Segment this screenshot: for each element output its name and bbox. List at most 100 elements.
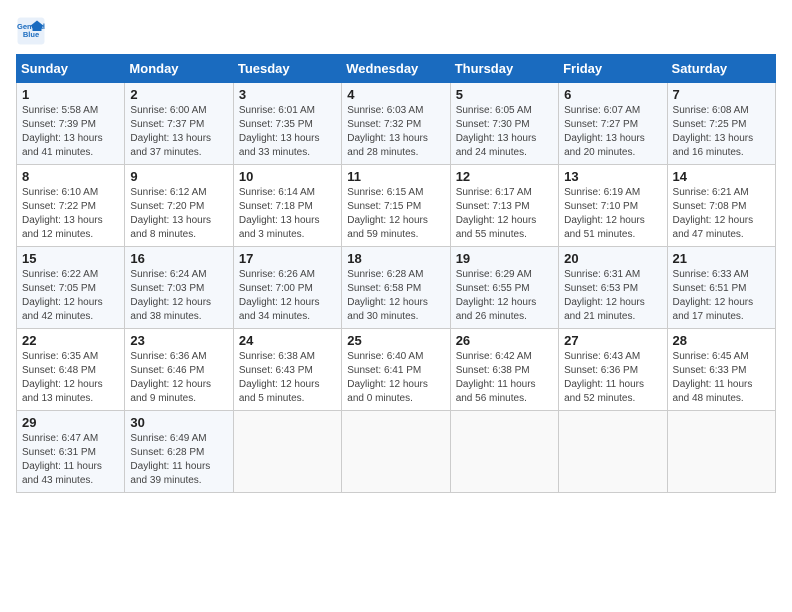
col-header-friday: Friday — [559, 55, 667, 83]
day-number: 5 — [456, 87, 553, 102]
cell-info: Sunrise: 6:08 AM Sunset: 7:25 PM Dayligh… — [673, 104, 770, 160]
calendar-cell: 23 Sunrise: 6:36 AM Sunset: 6:46 PM Dayli… — [125, 329, 233, 411]
col-header-tuesday: Tuesday — [233, 55, 341, 83]
day-number: 14 — [673, 169, 770, 184]
day-number: 23 — [130, 333, 227, 348]
cell-info: Sunrise: 6:28 AM Sunset: 6:58 PM Dayligh… — [347, 268, 444, 324]
day-number: 24 — [239, 333, 336, 348]
day-number: 21 — [673, 251, 770, 266]
day-number: 28 — [673, 333, 770, 348]
cell-info: Sunrise: 5:58 AM Sunset: 7:39 PM Dayligh… — [22, 104, 119, 160]
week-row-3: 15Sunrise: 6:22 AM Sunset: 7:05 PM Dayli… — [17, 247, 776, 329]
day-number: 27 — [564, 333, 661, 348]
calendar-cell: 18 Sunrise: 6:28 AM Sunset: 6:58 PM Dayli… — [342, 247, 450, 329]
day-number: 18 — [347, 251, 444, 266]
cell-info: Sunrise: 6:05 AM Sunset: 7:30 PM Dayligh… — [456, 104, 553, 160]
day-number: 2 — [130, 87, 227, 102]
col-header-monday: Monday — [125, 55, 233, 83]
calendar-cell: 14 Sunrise: 6:21 AM Sunset: 7:08 PM Dayli… — [667, 165, 775, 247]
cell-info: Sunrise: 6:36 AM Sunset: 6:46 PM Dayligh… — [130, 350, 227, 406]
day-number: 7 — [673, 87, 770, 102]
calendar-cell: 8Sunrise: 6:10 AM Sunset: 7:22 PM Daylig… — [17, 165, 125, 247]
cell-info: Sunrise: 6:45 AM Sunset: 6:33 PM Dayligh… — [673, 350, 770, 406]
day-number: 20 — [564, 251, 661, 266]
calendar-cell: 11Sunrise: 6:15 AM Sunset: 7:15 PM Dayli… — [342, 165, 450, 247]
calendar-cell: 13 Sunrise: 6:19 AM Sunset: 7:10 PM Dayli… — [559, 165, 667, 247]
calendar-cell: 28 Sunrise: 6:45 AM Sunset: 6:33 PM Dayli… — [667, 329, 775, 411]
day-number: 26 — [456, 333, 553, 348]
day-number: 1 — [22, 87, 119, 102]
day-number: 4 — [347, 87, 444, 102]
col-header-saturday: Saturday — [667, 55, 775, 83]
cell-info: Sunrise: 6:10 AM Sunset: 7:22 PM Dayligh… — [22, 186, 119, 242]
calendar-table: SundayMondayTuesdayWednesdayThursdayFrid… — [16, 54, 776, 493]
logo-icon: General Blue — [16, 16, 46, 46]
calendar-cell — [450, 411, 558, 493]
cell-info: Sunrise: 6:01 AM Sunset: 7:35 PM Dayligh… — [239, 104, 336, 160]
calendar-cell: 26 Sunrise: 6:42 AM Sunset: 6:38 PM Dayli… — [450, 329, 558, 411]
day-number: 22 — [22, 333, 119, 348]
day-number: 12 — [456, 169, 553, 184]
cell-info: Sunrise: 6:24 AM Sunset: 7:03 PM Dayligh… — [130, 268, 227, 324]
cell-info: Sunrise: 6:31 AM Sunset: 6:53 PM Dayligh… — [564, 268, 661, 324]
calendar-cell: 21 Sunrise: 6:33 AM Sunset: 6:51 PM Dayli… — [667, 247, 775, 329]
calendar-cell: 22 Sunrise: 6:35 AM Sunset: 6:48 PM Dayli… — [17, 329, 125, 411]
svg-text:Blue: Blue — [23, 30, 39, 39]
cell-info: Sunrise: 6:33 AM Sunset: 6:51 PM Dayligh… — [673, 268, 770, 324]
week-row-1: 1 Sunrise: 5:58 AM Sunset: 7:39 PM Daylig… — [17, 83, 776, 165]
calendar-cell — [342, 411, 450, 493]
day-number: 17 — [239, 251, 336, 266]
calendar-cell — [667, 411, 775, 493]
cell-info: Sunrise: 6:40 AM Sunset: 6:41 PM Dayligh… — [347, 350, 444, 406]
calendar-cell: 24Sunrise: 6:38 AM Sunset: 6:43 PM Dayli… — [233, 329, 341, 411]
calendar-cell: 4 Sunrise: 6:03 AM Sunset: 7:32 PM Daylig… — [342, 83, 450, 165]
cell-info: Sunrise: 6:21 AM Sunset: 7:08 PM Dayligh… — [673, 186, 770, 242]
col-header-sunday: Sunday — [17, 55, 125, 83]
col-header-wednesday: Wednesday — [342, 55, 450, 83]
calendar-cell: 30 Sunrise: 6:49 AM Sunset: 6:28 PM Dayli… — [125, 411, 233, 493]
calendar-cell: 9 Sunrise: 6:12 AM Sunset: 7:20 PM Daylig… — [125, 165, 233, 247]
day-number: 25 — [347, 333, 444, 348]
cell-info: Sunrise: 6:17 AM Sunset: 7:13 PM Dayligh… — [456, 186, 553, 242]
calendar-cell: 20 Sunrise: 6:31 AM Sunset: 6:53 PM Dayli… — [559, 247, 667, 329]
calendar-cell: 1 Sunrise: 5:58 AM Sunset: 7:39 PM Daylig… — [17, 83, 125, 165]
week-row-4: 22 Sunrise: 6:35 AM Sunset: 6:48 PM Dayli… — [17, 329, 776, 411]
calendar-cell — [233, 411, 341, 493]
cell-info: Sunrise: 6:15 AM Sunset: 7:15 PM Dayligh… — [347, 186, 444, 242]
cell-info: Sunrise: 6:47 AM Sunset: 6:31 PM Dayligh… — [22, 432, 119, 488]
cell-info: Sunrise: 6:22 AM Sunset: 7:05 PM Dayligh… — [22, 268, 119, 324]
calendar-cell: 2Sunrise: 6:00 AM Sunset: 7:37 PM Daylig… — [125, 83, 233, 165]
cell-info: Sunrise: 6:14 AM Sunset: 7:18 PM Dayligh… — [239, 186, 336, 242]
calendar-cell — [559, 411, 667, 493]
cell-info: Sunrise: 6:19 AM Sunset: 7:10 PM Dayligh… — [564, 186, 661, 242]
page-header: General Blue — [16, 16, 776, 46]
day-number: 16 — [130, 251, 227, 266]
week-row-5: 29Sunrise: 6:47 AM Sunset: 6:31 PM Dayli… — [17, 411, 776, 493]
day-number: 9 — [130, 169, 227, 184]
calendar-cell: 10 Sunrise: 6:14 AM Sunset: 7:18 PM Dayli… — [233, 165, 341, 247]
calendar-cell: 19Sunrise: 6:29 AM Sunset: 6:55 PM Dayli… — [450, 247, 558, 329]
calendar-cell: 3Sunrise: 6:01 AM Sunset: 7:35 PM Daylig… — [233, 83, 341, 165]
cell-info: Sunrise: 6:29 AM Sunset: 6:55 PM Dayligh… — [456, 268, 553, 324]
calendar-cell: 7 Sunrise: 6:08 AM Sunset: 7:25 PM Daylig… — [667, 83, 775, 165]
cell-info: Sunrise: 6:42 AM Sunset: 6:38 PM Dayligh… — [456, 350, 553, 406]
calendar-cell: 15Sunrise: 6:22 AM Sunset: 7:05 PM Dayli… — [17, 247, 125, 329]
calendar-cell: 6Sunrise: 6:07 AM Sunset: 7:27 PM Daylig… — [559, 83, 667, 165]
day-number: 10 — [239, 169, 336, 184]
cell-info: Sunrise: 6:49 AM Sunset: 6:28 PM Dayligh… — [130, 432, 227, 488]
calendar-cell: 27 Sunrise: 6:43 AM Sunset: 6:36 PM Dayli… — [559, 329, 667, 411]
logo: General Blue — [16, 16, 50, 46]
cell-info: Sunrise: 6:43 AM Sunset: 6:36 PM Dayligh… — [564, 350, 661, 406]
day-number: 30 — [130, 415, 227, 430]
calendar-cell: 17Sunrise: 6:26 AM Sunset: 7:00 PM Dayli… — [233, 247, 341, 329]
calendar-cell: 12 Sunrise: 6:17 AM Sunset: 7:13 PM Dayli… — [450, 165, 558, 247]
calendar-cell: 29Sunrise: 6:47 AM Sunset: 6:31 PM Dayli… — [17, 411, 125, 493]
col-header-thursday: Thursday — [450, 55, 558, 83]
cell-info: Sunrise: 6:35 AM Sunset: 6:48 PM Dayligh… — [22, 350, 119, 406]
cell-info: Sunrise: 6:03 AM Sunset: 7:32 PM Dayligh… — [347, 104, 444, 160]
day-number: 13 — [564, 169, 661, 184]
day-number: 6 — [564, 87, 661, 102]
calendar-header: SundayMondayTuesdayWednesdayThursdayFrid… — [17, 55, 776, 83]
cell-info: Sunrise: 6:12 AM Sunset: 7:20 PM Dayligh… — [130, 186, 227, 242]
week-row-2: 8Sunrise: 6:10 AM Sunset: 7:22 PM Daylig… — [17, 165, 776, 247]
